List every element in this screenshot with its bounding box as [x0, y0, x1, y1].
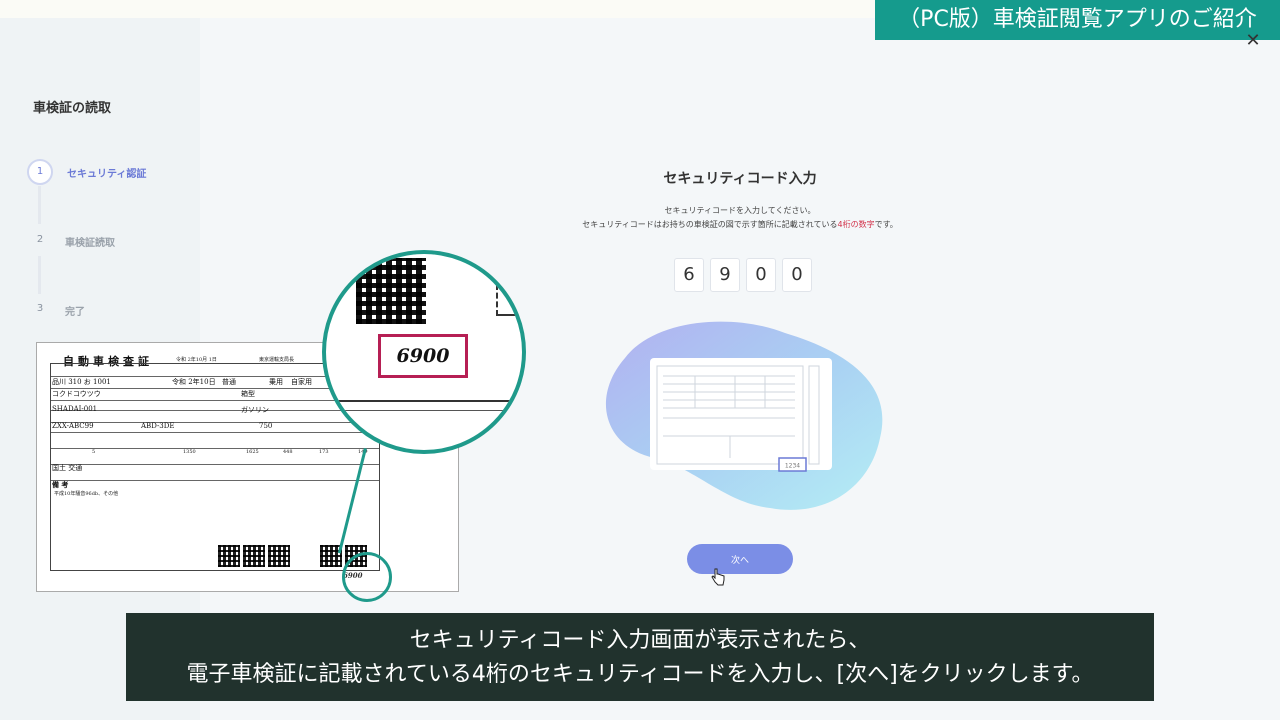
- zoom-rule: [326, 410, 522, 411]
- security-code-input: 6 9 0 0: [674, 258, 812, 292]
- code-digit-1[interactable]: 6: [674, 258, 704, 292]
- body-shape: 箱型: [241, 390, 255, 398]
- owner: コクドコウツウ: [52, 390, 101, 398]
- subtitle-caption: セキュリティコード入力画面が表示されたら、 電子車検証に記載されている4桁のセキ…: [126, 613, 1154, 701]
- step-number: 2: [36, 234, 44, 245]
- capacity: 5: [92, 449, 96, 455]
- caption-line-2: 電子車検証に記載されている4桁のセキュリティコードを入力し、[次へ]をクリックし…: [186, 662, 1094, 687]
- qr-code: [218, 545, 240, 567]
- instruction-highlight: 4桁の数字: [837, 220, 875, 229]
- chassis: SHADAI-001: [52, 405, 98, 413]
- qr-code: [243, 545, 265, 567]
- step-security: 1 セキュリティ認証: [27, 159, 146, 185]
- next-button[interactable]: 次へ: [687, 544, 793, 574]
- zoom-frame-mark: [496, 284, 518, 316]
- sidebar-title: 車検証の読取: [33, 101, 112, 116]
- title-banner: （PC版）車検証閲覧アプリのご紹介: [875, 0, 1280, 40]
- instruction-text-2: セキュリティコードはお持ちの車検証の図で示す箇所に記載されている4桁の数字です。: [520, 219, 960, 230]
- step-read: 2 車検証読取: [29, 230, 115, 252]
- remarks-title: 備 考: [52, 480, 69, 489]
- zoom-rule: [326, 400, 522, 402]
- displacement: 750: [259, 422, 273, 430]
- user-place: 国土 交通: [52, 464, 83, 472]
- instruction-text: セキュリティコードを入力してください。: [664, 206, 816, 215]
- code-digit-3[interactable]: 0: [746, 258, 776, 292]
- step-number: 3: [36, 303, 44, 314]
- usage: 普通: [222, 378, 236, 386]
- code-digit-2[interactable]: 9: [710, 258, 740, 292]
- illustration-code: 1234: [785, 463, 800, 470]
- code-digit-4[interactable]: 0: [782, 258, 812, 292]
- zoomed-security-code: 6900: [378, 334, 468, 378]
- step-connector: [38, 186, 41, 224]
- certificate-office: 東京運輸支局長: [259, 357, 295, 363]
- instruction-pre: セキュリティコードはお持ちの車検証の図で示す箇所に記載されている: [582, 220, 838, 229]
- weight: 1350: [183, 449, 196, 455]
- width: 173: [319, 449, 329, 455]
- plate-number: 品川 310 お 1001: [52, 378, 111, 386]
- step-complete: 3 完了: [29, 299, 85, 321]
- hand-cursor-icon: [711, 568, 725, 586]
- certificate-date: 令和 2年10月 1日: [176, 357, 217, 363]
- qr-code: [268, 545, 290, 567]
- magnifier-zoom: 6900: [322, 250, 526, 454]
- fuel: ガソリン: [241, 406, 269, 414]
- model: ZXX-ABC99: [52, 422, 94, 430]
- purpose: 自家用: [291, 378, 312, 386]
- remarks: 平成10年騒音96db、その他: [54, 491, 119, 497]
- step-connector: [38, 256, 41, 294]
- page-title: セキュリティコード入力: [663, 171, 817, 187]
- instruction-post: です。: [874, 220, 898, 229]
- vehicle-type: 乗用: [269, 378, 283, 386]
- registration-date: 令和 2年10日: [172, 378, 216, 386]
- gross-weight: 1625: [246, 449, 259, 455]
- certificate-illustration: 1234: [605, 321, 883, 510]
- step-label: 車検証読取: [65, 237, 115, 249]
- close-icon[interactable]: ✕: [1244, 32, 1262, 50]
- qr-code-zoom: [356, 258, 426, 324]
- step-label: 完了: [65, 306, 85, 318]
- step-number: 1: [27, 159, 53, 185]
- step-label: セキュリティ認証: [67, 168, 147, 180]
- highlight-circle: [342, 552, 392, 602]
- caption-line-1: セキュリティコード入力画面が表示されたら、: [409, 628, 871, 653]
- length: 448: [283, 449, 293, 455]
- engine: ABD-3DE: [141, 422, 175, 430]
